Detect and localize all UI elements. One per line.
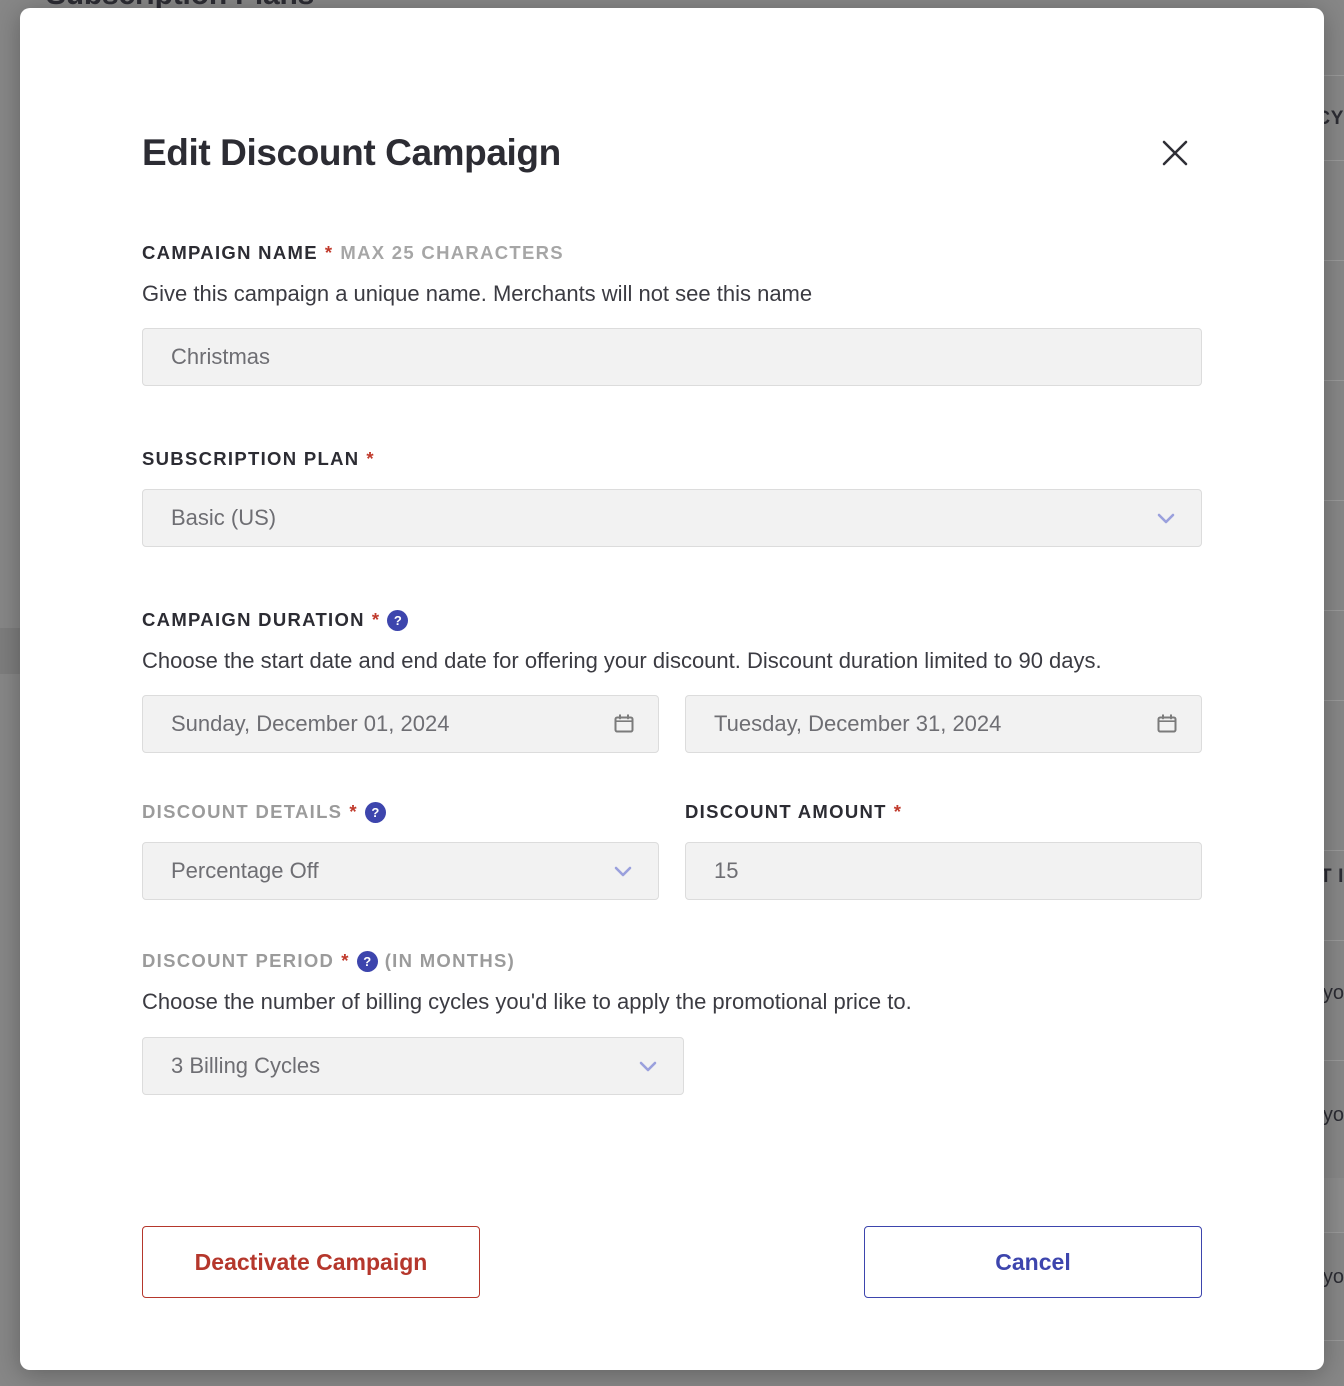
help-icon[interactable]: ?	[387, 609, 409, 631]
campaign-duration-label-text: CAMPAIGN DURATION	[142, 609, 365, 631]
discount-amount-value: 15	[714, 858, 739, 884]
campaign-name-hint: MAX 25 CHARACTERS	[340, 242, 564, 263]
dialog-footer: Deactivate Campaign Cancel	[142, 1226, 1202, 1298]
discount-period-label: DISCOUNT PERIOD * ? (IN MONTHS)	[142, 950, 1202, 972]
close-icon[interactable]	[1148, 126, 1202, 180]
start-date-value: Sunday, December 01, 2024	[171, 711, 450, 737]
required-asterisk: *	[324, 242, 334, 263]
cancel-button[interactable]: Cancel	[864, 1226, 1202, 1298]
chevron-down-icon	[639, 1061, 657, 1072]
campaign-name-label-text: CAMPAIGN NAME	[142, 242, 318, 263]
discount-period-suffix: (IN MONTHS)	[384, 950, 516, 972]
background-text-fragment: yo	[1322, 1266, 1344, 1288]
discount-period-select[interactable]: 3 Billing Cycles	[142, 1036, 684, 1095]
discount-amount-label: DISCOUNT AMOUNT *	[685, 801, 1202, 823]
discount-amount-input[interactable]: 15	[685, 842, 1202, 901]
background-text-fragment: yo	[1322, 982, 1344, 1004]
dialog-body: CAMPAIGN NAME * MAX 25 CHARACTERS Give t…	[142, 218, 1202, 1095]
help-icon[interactable]: ?	[364, 801, 386, 823]
campaign-name-description: Give this campaign a unique name. Mercha…	[142, 281, 813, 306]
field-campaign-duration: CAMPAIGN DURATION * ? Choose the start d…	[142, 609, 1202, 754]
discount-details-select[interactable]: Percentage Off	[142, 842, 659, 901]
required-asterisk: *	[366, 448, 375, 470]
discount-period-label-text: DISCOUNT PERIOD	[142, 950, 335, 972]
discount-period-description: Choose the number of billing cycles you'…	[142, 989, 912, 1015]
discount-amount-label-text: DISCOUNT AMOUNT	[685, 801, 887, 823]
background-text-fragment: yo	[1322, 1104, 1344, 1126]
field-discount-amount: DISCOUNT AMOUNT * 15	[685, 801, 1202, 901]
end-date-value: Tuesday, December 31, 2024	[714, 711, 1002, 737]
end-date-input[interactable]: Tuesday, December 31, 2024	[685, 695, 1202, 754]
required-asterisk: *	[893, 801, 903, 823]
required-asterisk: *	[349, 801, 358, 823]
required-asterisk: *	[341, 950, 350, 972]
background-sidebar-band	[0, 628, 20, 674]
subscription-plan-value: Basic (US)	[171, 505, 277, 531]
campaign-duration-description: Choose the start date and end date for o…	[142, 648, 1102, 674]
dialog-title: Edit Discount Campaign	[142, 132, 561, 173]
calendar-icon[interactable]	[1155, 712, 1179, 736]
subscription-plan-select[interactable]: Basic (US)	[142, 489, 1202, 548]
field-campaign-name: CAMPAIGN NAME * MAX 25 CHARACTERS Give t…	[142, 242, 1202, 387]
chevron-down-icon	[1157, 513, 1175, 524]
start-date-input[interactable]: Sunday, December 01, 2024	[142, 695, 659, 754]
chevron-down-icon	[614, 867, 632, 877]
campaign-name-value: Christmas	[171, 344, 271, 370]
subscription-plan-label-text: SUBSCRIPTION PLAN	[142, 448, 360, 470]
dialog-header: Edit Discount Campaign	[20, 8, 1324, 218]
required-asterisk: *	[371, 609, 381, 631]
campaign-name-input[interactable]: Christmas	[142, 328, 1202, 387]
field-subscription-plan: SUBSCRIPTION PLAN * Basic (US)	[142, 448, 1202, 548]
field-discount-period: DISCOUNT PERIOD * ? (IN MONTHS) Choose t…	[142, 950, 1202, 1095]
help-icon[interactable]: ?	[356, 950, 378, 972]
discount-details-value: Percentage Off	[171, 858, 319, 884]
calendar-icon[interactable]	[612, 712, 636, 736]
discount-details-label: DISCOUNT DETAILS * ?	[142, 801, 659, 823]
discount-details-label-text: DISCOUNT DETAILS	[142, 801, 343, 823]
subscription-plan-label: SUBSCRIPTION PLAN *	[142, 448, 1202, 470]
campaign-duration-label: CAMPAIGN DURATION * ?	[142, 609, 1202, 631]
deactivate-campaign-button[interactable]: Deactivate Campaign	[142, 1226, 480, 1298]
edit-discount-campaign-dialog: Edit Discount Campaign CAMPAIGN NAME * M…	[20, 8, 1324, 1370]
campaign-name-label: CAMPAIGN NAME * MAX 25 CHARACTERS	[142, 242, 1202, 264]
field-discount-details: DISCOUNT DETAILS * ? Percentage Off	[142, 801, 659, 901]
discount-period-value: 3 Billing Cycles	[171, 1052, 321, 1078]
